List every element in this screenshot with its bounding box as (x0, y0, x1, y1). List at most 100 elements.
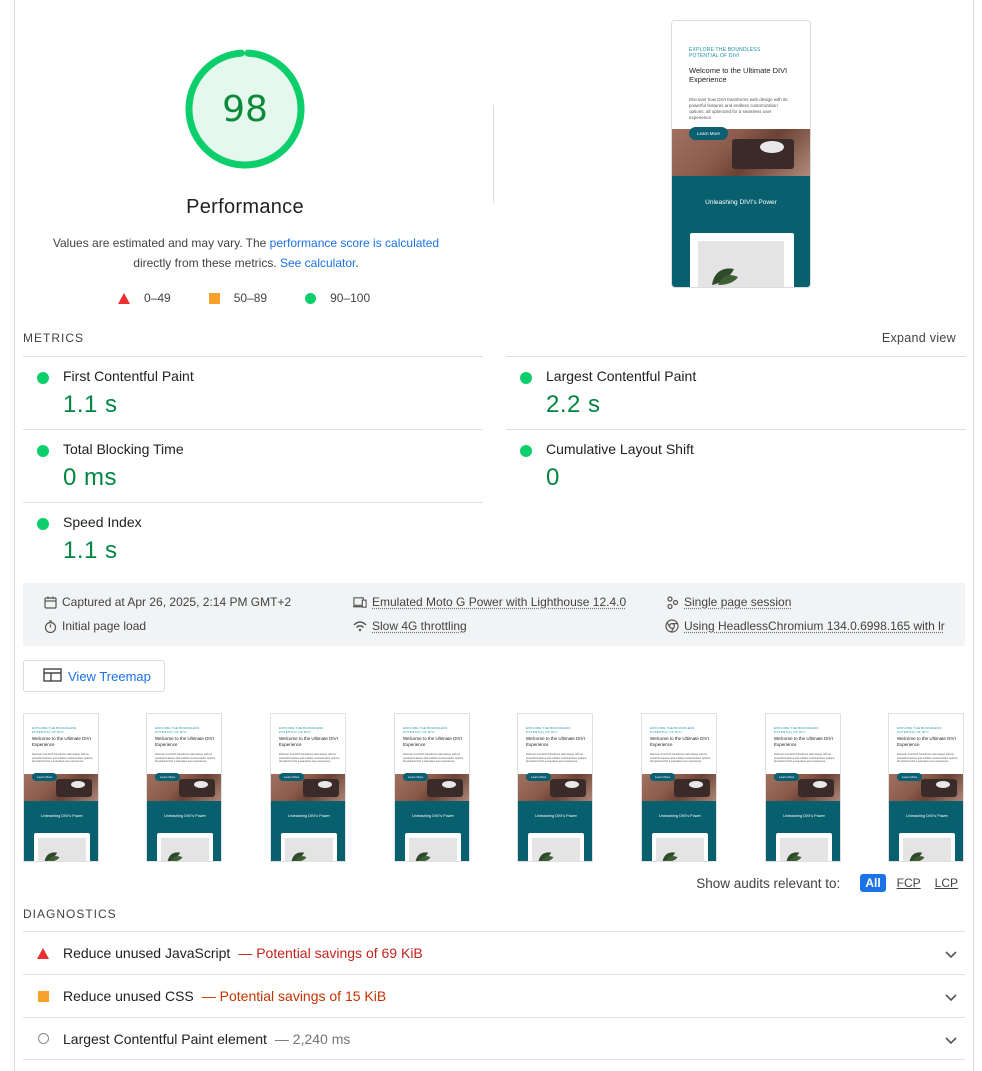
screenshot-eyebrow: EXPLORE THE BOUNDLESS POTENTIAL OF DIVI (689, 47, 761, 59)
frame-eyebrow: EXPLORE THE BOUNDLESS POTENTIAL OF DIVI (897, 726, 942, 734)
chevron-down-icon[interactable] (945, 989, 957, 1005)
frame-eyebrow: EXPLORE THE BOUNDLESS POTENTIAL OF DIVI (279, 726, 324, 734)
metric-si: Speed Index 1.1 s (23, 502, 483, 575)
plant-icon (662, 852, 678, 861)
device-text: Emulated Moto G Power with Lighthouse 12… (372, 595, 627, 609)
frame-button: Learn More (774, 773, 800, 781)
audit-lcp-element[interactable]: Largest Contentful Paint element — 2,240… (23, 1017, 965, 1060)
final-screenshot[interactable]: EXPLORE THE BOUNDLESS POTENTIAL OF DIVI … (671, 20, 811, 288)
browser-version[interactable]: Using HeadlessChromium 134.0.6998.165 wi… (665, 619, 945, 633)
frame-section-title: Unleashing DIVI's Power (659, 814, 701, 818)
metric-value: 1.1 s (63, 537, 118, 564)
load-text: Initial page load (62, 619, 147, 633)
throttle-text: Slow 4G throttling (372, 619, 467, 633)
frame-section-title: Unleashing DIVI's Power (164, 814, 206, 818)
gauge-label: Performance (186, 196, 304, 218)
filter-fcp[interactable]: FCP (894, 875, 924, 891)
session-icon (665, 595, 679, 609)
frame-button: Learn More (32, 773, 58, 781)
metric-name: Largest Contentful Paint (546, 368, 697, 384)
metric-value: 2.2 s (546, 391, 601, 418)
frame-section-title: Unleashing DIVI's Power (783, 814, 825, 818)
chevron-down-icon[interactable] (945, 946, 957, 962)
emulated-device[interactable]: Emulated Moto G Power with Lighthouse 12… (353, 595, 626, 609)
initial-load: Initial page load (43, 619, 146, 633)
metric-cls: Cumulative Layout Shift 0 (506, 429, 966, 502)
screenshot-body: Discover how DIVI transforms web design … (689, 97, 788, 120)
captured-at: Captured at Apr 26, 2025, 2:14 PM GMT+2 (43, 595, 291, 609)
frame-section-title: Unleashing DIVI's Power (535, 814, 577, 818)
audit-unused-js[interactable]: Reduce unused JavaScript — Potential sav… (23, 931, 965, 974)
diagnostics-heading: DIAGNOSTICS (23, 907, 117, 921)
frame-eyebrow: EXPLORE THE BOUNDLESS POTENTIAL OF DIVI (650, 726, 695, 734)
divider (493, 105, 494, 203)
audit-filter: Show audits relevant to: All FCP LCP (696, 874, 961, 892)
frame-mouse (936, 781, 950, 788)
pass-circle-icon (37, 372, 49, 384)
filmstrip-frame: EXPLORE THE BOUNDLESS POTENTIAL OF DIVI W… (765, 713, 841, 862)
frame-body: Discover how DIVI transforms web design … (403, 753, 464, 764)
average-square-icon (23, 990, 63, 1002)
frame-heading: Welcome to the Ultimate DIVI Experience (32, 736, 91, 747)
frame-mouse (565, 781, 579, 788)
see-calculator-link[interactable]: See calculator (280, 256, 355, 270)
frame-heading: Welcome to the Ultimate DIVI Experience (897, 736, 956, 747)
info-circle-icon (23, 1033, 63, 1044)
metric-value: 0 ms (63, 464, 118, 491)
throttling[interactable]: Slow 4G throttling (353, 619, 467, 633)
desc-text-3: . (355, 256, 359, 270)
treemap-icon (43, 667, 62, 685)
legend-pass: 90–100 (305, 291, 370, 305)
legend-label: 50–89 (233, 291, 268, 305)
filter-all[interactable]: All (860, 874, 886, 892)
pass-circle-icon (37, 445, 49, 457)
circle-icon (305, 292, 317, 304)
frame-button: Learn More (279, 773, 305, 781)
audit-savings: — 2,240 ms (274, 1030, 351, 1047)
expand-view-toggle[interactable]: Expand view (882, 331, 956, 345)
frame-mouse (71, 781, 85, 788)
captured-text: Captured at Apr 26, 2025, 2:14 PM GMT+2 (62, 595, 292, 609)
session[interactable]: Single page session (665, 595, 791, 609)
frame-eyebrow: EXPLORE THE BOUNDLESS POTENTIAL OF DIVI (403, 726, 448, 734)
audit-unused-css[interactable]: Reduce unused CSS — Potential savings of… (23, 974, 965, 1017)
session-text: Single page session (684, 595, 792, 609)
performance-gauge[interactable]: 98 (184, 48, 306, 170)
frame-button: Learn More (403, 773, 429, 781)
runtime-settings: Captured at Apr 26, 2025, 2:14 PM GMT+2 … (23, 583, 965, 646)
screenshot-section-title: Unleashing DIVI's Power (705, 199, 777, 206)
frame-body: Discover how DIVI transforms web design … (774, 753, 835, 764)
metric-value: 1.1 s (63, 391, 118, 418)
frame-page: EXPLORE THE BOUNDLESS POTENTIAL OF DIVI W… (395, 714, 469, 861)
triangle-icon (118, 292, 130, 304)
filter-lcp[interactable]: LCP (932, 875, 961, 891)
frame-section-title: Unleashing DIVI's Power (412, 814, 454, 818)
desc-text-2: directly from these metrics. (133, 256, 280, 270)
filmstrip-frame: EXPLORE THE BOUNDLESS POTENTIAL OF DIVI W… (517, 713, 593, 862)
frame-page: EXPLORE THE BOUNDLESS POTENTIAL OF DIVI W… (518, 714, 592, 861)
chevron-down-icon[interactable] (945, 1032, 957, 1048)
frame-heading: Welcome to the Ultimate DIVI Experience (279, 736, 338, 747)
frame-button: Learn More (526, 773, 552, 781)
plant-icon (712, 268, 738, 285)
frame-mouse (813, 781, 827, 788)
view-treemap-button[interactable]: View Treemap (23, 660, 165, 692)
frame-mouse (318, 781, 332, 788)
audit-title: Reduce unused JavaScript (63, 945, 231, 961)
frame-button: Learn More (897, 773, 923, 781)
frame-mouse (689, 781, 703, 788)
frame-page: EXPLORE THE BOUNDLESS POTENTIAL OF DIVI W… (889, 714, 963, 861)
frame-section-title: Unleashing DIVI's Power (906, 814, 948, 818)
pass-circle-icon (37, 518, 49, 530)
frame-heading: Welcome to the Ultimate DIVI Experience (403, 736, 462, 747)
pass-circle-icon (520, 445, 532, 457)
metric-name: Total Blocking Time (63, 441, 184, 457)
score-calculated-link[interactable]: performance score is calculated (270, 236, 439, 250)
plant-icon (44, 852, 60, 861)
fail-triangle-icon (23, 947, 63, 959)
frame-page: EXPLORE THE BOUNDLESS POTENTIAL OF DIVI W… (642, 714, 716, 861)
frame-mouse (442, 781, 456, 788)
filmstrip-frame: EXPLORE THE BOUNDLESS POTENTIAL OF DIVI W… (394, 713, 470, 862)
treemap-label: View Treemap (68, 668, 151, 684)
audit-title: Largest Contentful Paint element (63, 1030, 267, 1047)
